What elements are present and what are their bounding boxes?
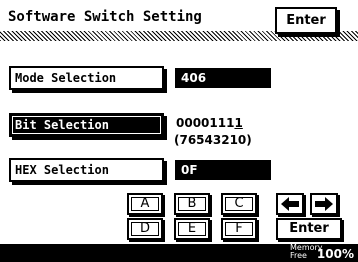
mode-selection-value: 406 xyxy=(175,68,271,88)
key-f-button[interactable]: F xyxy=(221,218,257,240)
key-d-label: D xyxy=(139,221,150,236)
hex-selection-value: 0F xyxy=(175,160,271,180)
left-arrow-icon xyxy=(281,197,299,211)
key-c-button[interactable]: C xyxy=(221,193,257,215)
right-arrow-icon xyxy=(315,197,333,211)
key-b-button[interactable]: B xyxy=(174,193,210,215)
key-b-label: B xyxy=(187,196,197,211)
key-d-button[interactable]: D xyxy=(127,218,163,240)
key-e-label: E xyxy=(187,221,197,236)
software-switch-screen: Software Switch Setting Enter Mode Selec… xyxy=(0,0,358,262)
right-arrow-button[interactable] xyxy=(310,193,338,215)
mode-selection-button[interactable]: Mode Selection xyxy=(9,66,164,90)
enter-button-bottom[interactable]: Enter xyxy=(276,218,342,240)
key-e-button[interactable]: E xyxy=(174,218,210,240)
enter-button-top[interactable]: Enter xyxy=(275,7,337,34)
header: Software Switch Setting Enter xyxy=(0,0,358,42)
bit-value-prefix: 0000111 xyxy=(176,116,235,130)
page-title: Software Switch Setting xyxy=(8,9,202,25)
key-c-label: C xyxy=(234,196,244,211)
bit-index-hint: (76543210) xyxy=(174,133,252,147)
bit-selection-button[interactable]: Bit Selection xyxy=(9,113,164,137)
bit-value-cursor-digit: 1 xyxy=(234,116,243,130)
left-arrow-button[interactable] xyxy=(276,193,304,215)
bit-selection-value: 00001111 xyxy=(176,116,243,130)
memory-free-value: 100% xyxy=(316,247,354,261)
status-bar: Memory Free 100% xyxy=(0,244,358,262)
key-a-label: A xyxy=(140,196,150,211)
key-f-label: F xyxy=(235,221,243,236)
key-a-button[interactable]: A xyxy=(127,193,163,215)
hex-selection-button[interactable]: HEX Selection xyxy=(9,158,164,182)
